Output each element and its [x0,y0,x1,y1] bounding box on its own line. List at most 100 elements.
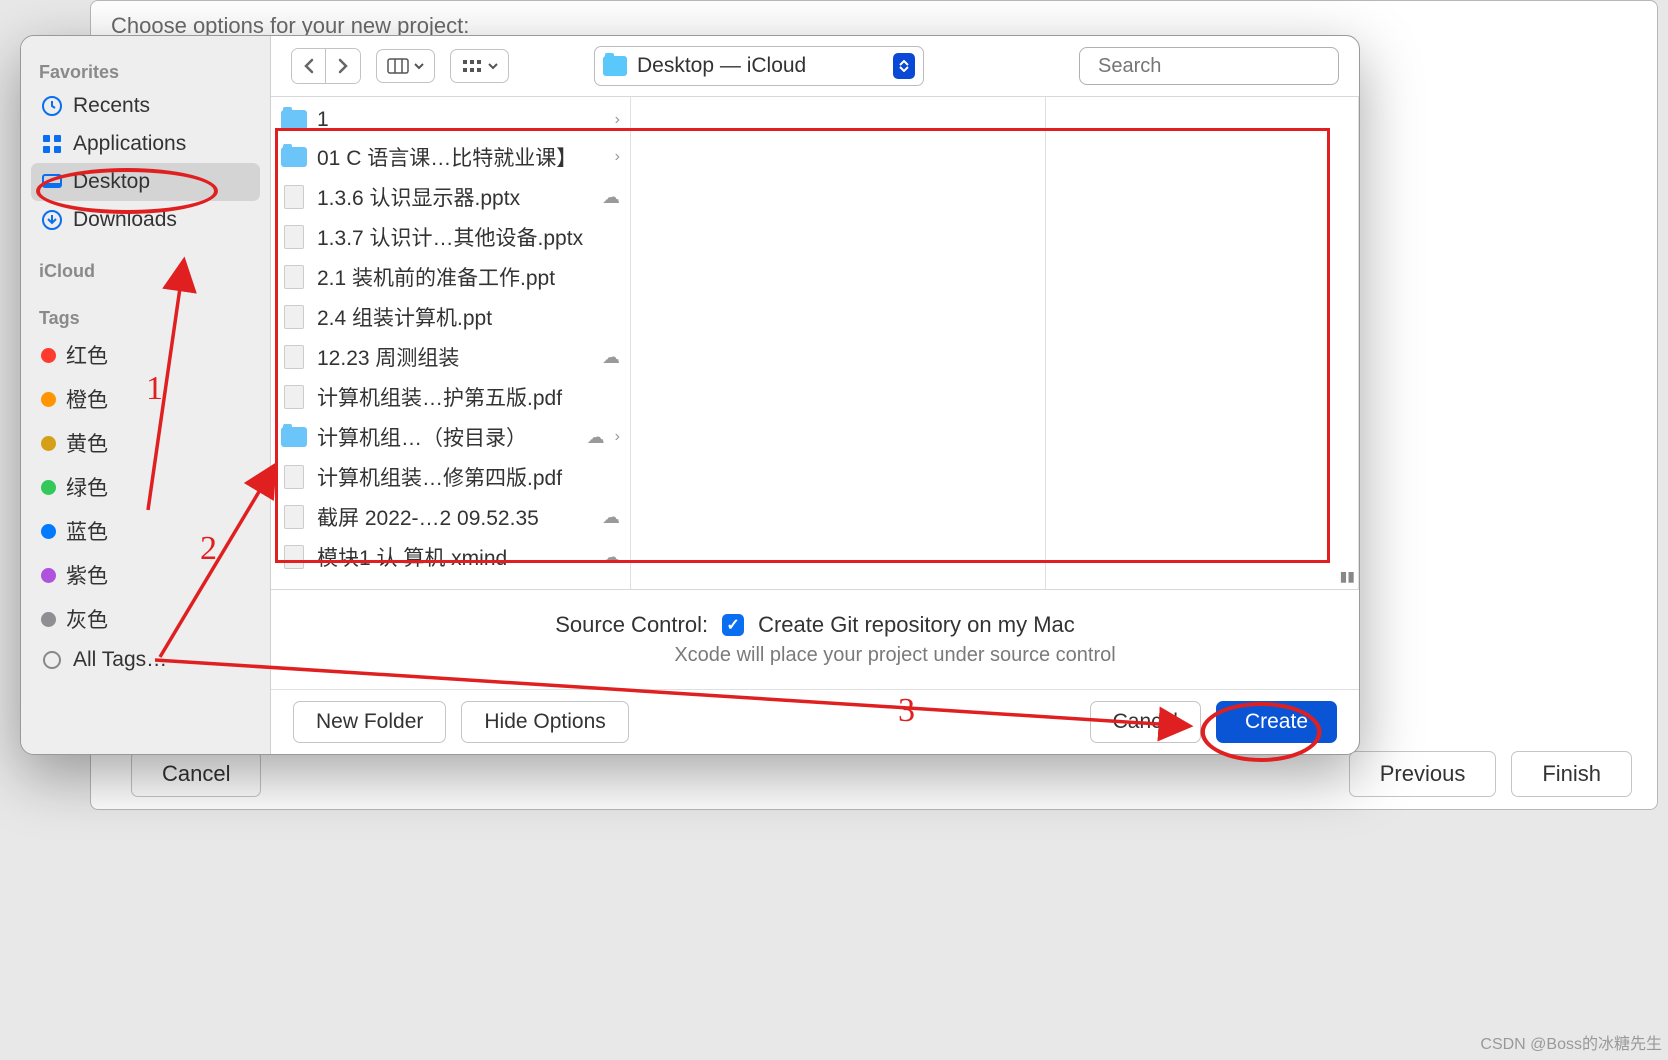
file-name: 计算机组…（按目录） [317,422,577,452]
sidebar-item-applications[interactable]: Applications [31,125,260,163]
sidebar-item-label: Recents [73,94,150,118]
sidebar-item-downloads[interactable]: Downloads [31,201,260,239]
clock-icon [41,95,63,117]
file-name: 12.23 周测组装 [317,342,592,372]
sidebar-item-label: Desktop [73,170,150,194]
file-icon [281,506,307,528]
search-box[interactable] [1079,47,1339,85]
chevron-left-icon [303,58,315,74]
wizard-cancel-button[interactable]: Cancel [131,751,261,797]
cloud-icon: ☁ [602,347,620,368]
nav-forward-button[interactable] [326,49,360,83]
hide-options-button[interactable]: Hide Options [461,701,628,743]
all-tags-icon [41,649,63,671]
file-name: 2.1 装机前的准备工作.ppt [317,262,620,292]
file-row[interactable]: 2.4 组装计算机.ppt [271,297,630,337]
tag-dot-icon [41,568,56,583]
tag-dot-icon [41,392,56,407]
file-row[interactable]: 1› [271,103,630,137]
folder-icon [281,109,307,131]
cloud-icon: ☁ [587,427,605,448]
file-row[interactable]: 截屏 2022-…2 09.52.35☁ [271,497,630,537]
create-button[interactable]: Create [1216,701,1337,743]
wizard-previous-button[interactable]: Previous [1349,751,1497,797]
sidebar-item-label: Applications [73,132,186,156]
tag-green[interactable]: 绿色 [31,465,260,509]
file-row[interactable]: 模块1 认 算机 xmind ☁ [271,537,630,577]
updown-icon [893,53,915,79]
cloud-icon: ☁ [602,187,620,208]
nav-back-button[interactable] [292,49,326,83]
chevron-down-icon [488,62,498,70]
tag-label: 绿色 [66,472,108,502]
cancel-button[interactable]: Cancel [1090,701,1201,743]
browser-column-1[interactable]: 1›01 C 语言课…比特就业课】›1.3.6 认识显示器.pptx☁1.3.7… [271,97,631,589]
git-checkbox[interactable]: ✓ [722,614,744,636]
file-icon [281,346,307,368]
file-row[interactable]: 2.1 装机前的准备工作.ppt [271,257,630,297]
source-control-section: Source Control: ✓ Create Git repository … [271,590,1359,689]
folder-icon [603,56,627,76]
group-button[interactable] [450,49,509,83]
sidebar-item-label: All Tags… [73,648,167,672]
file-name: 01 C 语言课…比特就业课】 [317,142,605,172]
folder-icon [281,426,307,448]
tag-dot-icon [41,348,56,363]
sidebar-item-all-tags[interactable]: All Tags… [31,641,260,679]
desktop-icon [41,171,63,193]
tag-label: 黄色 [66,428,108,458]
tags-heading: Tags [31,300,260,333]
toolbar: Desktop — iCloud [271,36,1359,96]
wizard-header: Choose options for your new project: [91,1,1657,39]
file-row[interactable]: 01 C 语言课…比特就业课】› [271,137,630,177]
watermark: CSDN @Boss的冰糖先生 [1480,1030,1662,1054]
sidebar-item-recents[interactable]: Recents [31,87,260,125]
path-selector[interactable]: Desktop — iCloud [594,46,924,86]
browser-column-3[interactable]: ▮▮ [1046,97,1359,589]
save-dialog: Favorites Recents Applications Desktop D… [20,35,1360,755]
resize-handle-icon[interactable]: ▮▮ [1336,566,1359,587]
tag-yellow[interactable]: 黄色 [31,421,260,465]
column-browser: 1›01 C 语言课…比特就业课】›1.3.6 认识显示器.pptx☁1.3.7… [271,96,1359,590]
sidebar-item-desktop[interactable]: Desktop [31,163,260,201]
tag-red[interactable]: 红色 [31,333,260,377]
file-icon [281,306,307,328]
file-row[interactable]: 计算机组装…护第五版.pdf [271,377,630,417]
file-icon [281,386,307,408]
search-input[interactable] [1098,55,1360,78]
tag-label: 蓝色 [66,516,108,546]
chevron-down-icon [414,62,424,70]
tag-blue[interactable]: 蓝色 [31,509,260,553]
file-name: 截屏 2022-…2 09.52.35 [317,502,592,532]
file-row[interactable]: 计算机组…（按目录）☁› [271,417,630,457]
downloads-icon [41,209,63,231]
file-name: 2.4 组装计算机.ppt [317,302,620,332]
tag-dot-icon [41,436,56,451]
tag-gray[interactable]: 灰色 [31,597,260,641]
file-row[interactable]: 计算机组装…修第四版.pdf [271,457,630,497]
file-row[interactable]: 1.3.7 认识计…其他设备.pptx [271,217,630,257]
file-row[interactable]: 12.23 周测组装 ☁ [271,337,630,377]
cloud-icon: ☁ [602,547,620,568]
chevron-right-icon: › [615,111,620,129]
view-mode-button[interactable] [376,49,435,83]
tag-label: 红色 [66,340,108,370]
git-checkbox-label: Create Git repository on my Mac [758,612,1075,638]
file-name: 计算机组装…护第五版.pdf [317,382,620,412]
file-icon [281,266,307,288]
wizard-finish-button[interactable]: Finish [1511,751,1632,797]
file-name: 模块1 认 算机 xmind [317,542,592,572]
tag-label: 橙色 [66,384,108,414]
tag-orange[interactable]: 橙色 [31,377,260,421]
source-control-subtext: Xcode will place your project under sour… [674,644,1115,667]
file-row[interactable]: 1.3.6 认识显示器.pptx☁ [271,177,630,217]
new-folder-button[interactable]: New Folder [293,701,446,743]
icloud-heading: iCloud [31,253,260,286]
apps-icon [41,133,63,155]
browser-column-2[interactable] [631,97,1046,589]
source-control-label: Source Control: [555,612,708,638]
file-icon [281,186,307,208]
main-area: Desktop — iCloud 1›01 C 语言课…比特就业课】›1.3.6… [271,36,1359,754]
tag-purple[interactable]: 紫色 [31,553,260,597]
favorites-heading: Favorites [31,54,260,87]
